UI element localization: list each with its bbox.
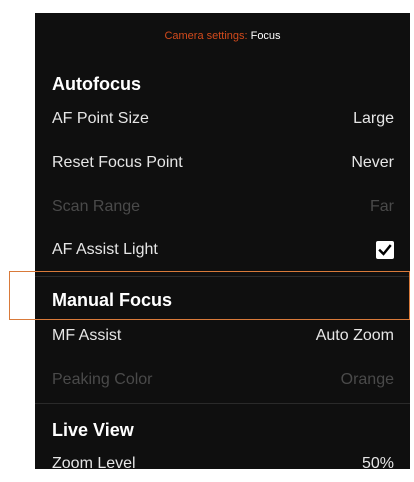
setting-row-zoom-level[interactable]: Zoom Level 50% [35,445,410,469]
camera-settings-panel: Camera settings: Focus Autofocus AF Poin… [35,13,410,469]
title-prefix: Camera settings: [164,30,248,42]
setting-row-af-assist-light[interactable]: AF Assist Light [35,231,410,269]
screen-title: Camera settings: Focus [35,13,410,59]
setting-label: Reset Focus Point [52,154,183,171]
setting-row-mf-assist[interactable]: MF Assist Auto Zoom [35,317,410,355]
title-name: Focus [250,30,281,42]
setting-label: Scan Range [52,198,141,215]
setting-value: Far [370,198,394,215]
setting-label: Peaking Color [52,371,153,388]
setting-label: AF Assist Light [52,241,158,258]
setting-row-af-point-size[interactable]: AF Point Size Large [35,100,410,138]
section-header-live-view: Live View [52,420,134,440]
setting-value: Large [353,110,394,127]
setting-label: AF Point Size [52,110,149,127]
setting-label: MF Assist [52,327,122,344]
section-divider [35,276,410,277]
setting-row-scan-range: Scan Range Far [35,188,410,226]
setting-value: Auto Zoom [315,327,394,344]
af-assist-checkbox[interactable] [376,241,394,259]
section-header-autofocus: Autofocus [52,74,141,94]
setting-row-reset-focus-point[interactable]: Reset Focus Point Never [35,144,410,182]
section-header-manual-focus: Manual Focus [52,290,173,310]
setting-value: Never [351,154,394,171]
section-divider [35,403,410,404]
setting-label: Zoom Level [52,455,136,469]
setting-value: Orange [340,371,394,388]
checkmark-icon [378,244,392,256]
setting-value: 50% [361,455,394,469]
setting-row-peaking-color: Peaking Color Orange [35,361,410,399]
